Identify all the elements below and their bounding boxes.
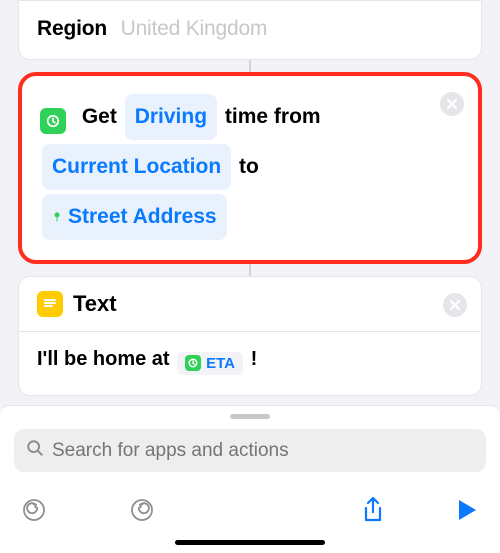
region-row[interactable]: Region United Kingdom — [37, 17, 463, 41]
close-icon[interactable] — [440, 92, 464, 116]
origin-chip[interactable]: Current Location — [42, 144, 231, 190]
region-card: Region United Kingdom — [18, 0, 482, 60]
clock-icon — [40, 108, 66, 134]
play-button[interactable] — [456, 498, 478, 522]
text-after: ! — [251, 348, 258, 370]
text-icon — [37, 291, 63, 317]
grabber-handle[interactable] — [230, 414, 270, 419]
home-indicator[interactable] — [175, 540, 325, 545]
undo-button[interactable] — [22, 498, 46, 522]
bottom-sheet — [0, 405, 500, 553]
connector — [249, 60, 251, 72]
text-action-header: Text — [19, 277, 481, 332]
destination-chip[interactable]: Street Address — [42, 194, 227, 240]
search-icon — [26, 439, 44, 462]
clock-icon — [185, 355, 201, 371]
search-bar[interactable] — [14, 429, 486, 472]
connector — [249, 264, 251, 276]
pin-icon — [52, 212, 62, 222]
text-action-body[interactable]: I'll be home at ETA ! — [19, 332, 481, 395]
redo-button[interactable] — [130, 498, 154, 522]
travel-time-action[interactable]: Get Driving time from Current Location t… — [18, 72, 482, 264]
eta-variable-chip[interactable]: ETA — [177, 352, 243, 375]
text-action-title: Text — [73, 291, 117, 317]
toolbar — [0, 482, 500, 534]
destination-label: Street Address — [68, 205, 217, 228]
region-value: United Kingdom — [121, 17, 268, 40]
text-to: to — [239, 155, 259, 178]
search-input[interactable] — [52, 440, 474, 462]
text-before: I'll be home at — [37, 348, 170, 370]
text-action[interactable]: Text I'll be home at ETA ! — [18, 276, 482, 396]
eta-label: ETA — [206, 355, 235, 372]
share-button[interactable] — [362, 496, 384, 524]
mode-chip[interactable]: Driving — [125, 94, 217, 140]
text-time-from: time from — [225, 105, 321, 128]
region-label: Region — [37, 17, 107, 40]
close-icon[interactable] — [443, 293, 467, 317]
text-get: Get — [82, 105, 117, 128]
